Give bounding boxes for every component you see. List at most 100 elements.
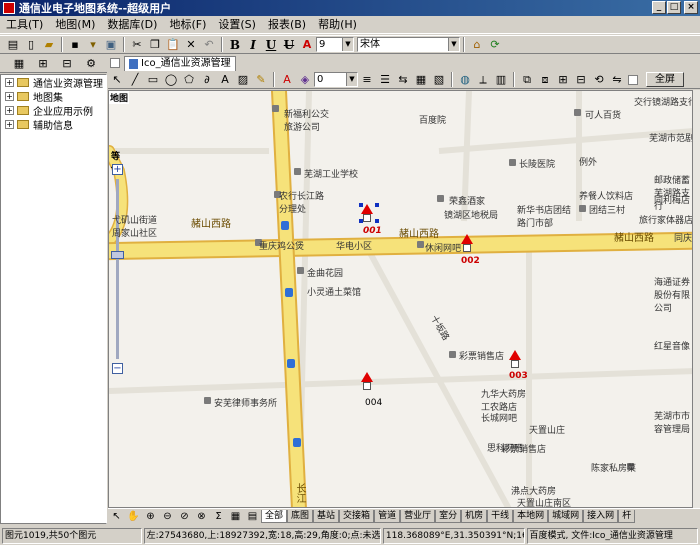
print-icon[interactable]: ▣	[103, 37, 119, 53]
flip-icon[interactable]: ⇋	[609, 72, 625, 88]
tree-item-auxiliary-info[interactable]: + 辅助信息	[1, 118, 106, 132]
fullscreen-button[interactable]: 全屏	[646, 72, 684, 87]
layer-icon[interactable]: ▥	[493, 72, 509, 88]
minimize-button[interactable]: _	[652, 1, 666, 14]
ungroup-icon[interactable]: ▧	[431, 72, 447, 88]
strikethrough-button[interactable]: U	[281, 37, 297, 53]
select-arrow-icon[interactable]: ↖	[109, 72, 125, 88]
distribute-icon[interactable]: ⊟	[573, 72, 589, 88]
zoom-window-icon[interactable]: ⊘	[177, 510, 192, 524]
layer-tab-access-net[interactable]: 接入网	[583, 510, 619, 523]
layer-tab-business-hall[interactable]: 营业厅	[400, 510, 436, 523]
line-width-select[interactable]: 0 ▼	[314, 72, 358, 87]
line-tool-icon[interactable]: ╱	[127, 72, 143, 88]
snap-checkbox[interactable]	[628, 74, 638, 85]
font-color-icon[interactable]: A	[299, 37, 315, 53]
layer-tab-cross-box[interactable]: 交接箱	[339, 510, 375, 523]
menu-database[interactable]: 数据库(D)	[101, 17, 163, 33]
save-icon[interactable]: ▪	[67, 37, 83, 53]
tab-telecom-resources[interactable]: Ico_通信业资源管理	[124, 55, 236, 71]
line-color-icon[interactable]: ◈	[297, 72, 313, 88]
new-icon[interactable]: ▯	[23, 37, 39, 53]
home-icon[interactable]: ⌂	[469, 37, 485, 53]
paste-icon[interactable]: 📋	[165, 37, 181, 53]
menu-tools[interactable]: 工具(T)	[0, 17, 49, 33]
layer-tab-all[interactable]: 全部	[261, 510, 288, 523]
zoom-track[interactable]	[116, 179, 119, 359]
zoom-all-icon[interactable]: ⊗	[194, 510, 209, 524]
layer-tab-indoor[interactable]: 室分	[435, 510, 462, 523]
layer-tab-basemap[interactable]: 底图	[287, 510, 314, 523]
tree-settings-icon[interactable]: ⚙	[83, 56, 99, 72]
measure-icon[interactable]: ⟂	[475, 72, 491, 88]
ellipse-tool-icon[interactable]: ◯	[163, 72, 179, 88]
station-marker-004[interactable]	[361, 372, 373, 392]
layer-tab-metro-net[interactable]: 城域网	[548, 510, 584, 523]
line-dash-icon[interactable]: ☰	[377, 72, 393, 88]
layer-tab-local-net[interactable]: 本地网	[513, 510, 549, 523]
image-tool-icon[interactable]: ▨	[235, 72, 251, 88]
menu-landmark[interactable]: 地标(F)	[163, 17, 212, 33]
rectangle-tool-icon[interactable]: ▭	[145, 72, 161, 88]
open-icon[interactable]: ▰	[41, 37, 57, 53]
layer-tab-pipeline[interactable]: 管道	[374, 510, 401, 523]
zoom-out-button[interactable]: −	[112, 363, 123, 374]
layers-icon[interactable]: ▤	[5, 37, 21, 53]
rotate-icon[interactable]: ⟲	[591, 72, 607, 88]
map-scrollbar[interactable]	[693, 90, 700, 508]
bold-button[interactable]: B	[227, 37, 243, 53]
layer-tab-trunk[interactable]: 干线	[487, 510, 514, 523]
tree-item-telecom-resources[interactable]: + 通信业资源管理	[1, 76, 106, 90]
tree-view-icon[interactable]: ▦	[11, 56, 27, 72]
tab-checkbox[interactable]	[110, 58, 120, 68]
tree-collapse-icon[interactable]: ⊟	[59, 56, 75, 72]
font-name-select[interactable]: 宋体 ▼	[357, 37, 460, 52]
map-view[interactable]: 地图 等切 + − 赭山西路 赭山西路 赭山西路 长江 十坂路 新福利公交旅游公…	[108, 90, 693, 508]
tree-item-enterprise-examples[interactable]: + 企业应用示例	[1, 104, 106, 118]
undo-icon[interactable]: ↶	[201, 37, 217, 53]
refresh-icon[interactable]: ⟳	[487, 37, 503, 53]
sum-icon[interactable]: Σ	[211, 510, 226, 524]
select-region-icon[interactable]: ▦	[228, 510, 243, 524]
bring-front-icon[interactable]: ⧉	[519, 72, 535, 88]
fill-color-icon[interactable]: A	[279, 72, 295, 88]
hand-pan-icon[interactable]: ✋	[126, 510, 141, 524]
menu-settings[interactable]: 设置(S)	[212, 17, 262, 33]
delete-icon[interactable]: ✕	[183, 37, 199, 53]
close-button[interactable]: ×	[684, 1, 698, 14]
polygon-tool-icon[interactable]: ⬠	[181, 72, 197, 88]
lock-icon[interactable]: ▾	[85, 37, 101, 53]
copy-icon[interactable]: ❐	[147, 37, 163, 53]
layer-tab-base-station[interactable]: 基站	[313, 510, 340, 523]
menu-report[interactable]: 报表(B)	[262, 17, 312, 33]
layer-tab-machine-room[interactable]: 机房	[461, 510, 488, 523]
station-marker-003[interactable]	[509, 350, 521, 370]
curve-tool-icon[interactable]: ∂	[199, 72, 215, 88]
arrow-style-icon[interactable]: ⇆	[395, 72, 411, 88]
align-icon[interactable]: ⊞	[555, 72, 571, 88]
cut-icon[interactable]: ✂	[129, 37, 145, 53]
zoom-slider-thumb[interactable]	[111, 251, 124, 260]
station-marker-002[interactable]	[461, 234, 473, 254]
tree-item-atlas[interactable]: + 地图集	[1, 90, 106, 104]
globe-icon[interactable]: ◍	[457, 72, 473, 88]
zoom-out-icon[interactable]: ⊖	[160, 510, 175, 524]
underline-button[interactable]: U	[263, 37, 279, 53]
text-tool-icon[interactable]: A	[217, 72, 233, 88]
pointer-icon[interactable]: ↖	[109, 510, 124, 524]
tree-expand-icon[interactable]: ⊞	[35, 56, 51, 72]
maximize-button[interactable]: □	[667, 1, 681, 14]
zoom-in-icon[interactable]: ⊕	[143, 510, 158, 524]
pen-tool-icon[interactable]: ✎	[253, 72, 269, 88]
table-icon[interactable]: ▤	[245, 510, 260, 524]
station-marker-001[interactable]	[361, 204, 373, 224]
send-back-icon[interactable]: ⧈	[537, 72, 553, 88]
italic-button[interactable]: I	[245, 37, 261, 53]
menu-help[interactable]: 帮助(H)	[312, 17, 363, 33]
group-icon[interactable]: ▦	[413, 72, 429, 88]
font-size-select[interactable]: 9 ▼	[316, 37, 354, 52]
line-style-icon[interactable]: ≡	[359, 72, 375, 88]
menu-map[interactable]: 地图(M)	[49, 17, 101, 33]
zoom-in-button[interactable]: +	[112, 164, 123, 175]
layer-tab-pole[interactable]: 杆	[618, 510, 636, 523]
